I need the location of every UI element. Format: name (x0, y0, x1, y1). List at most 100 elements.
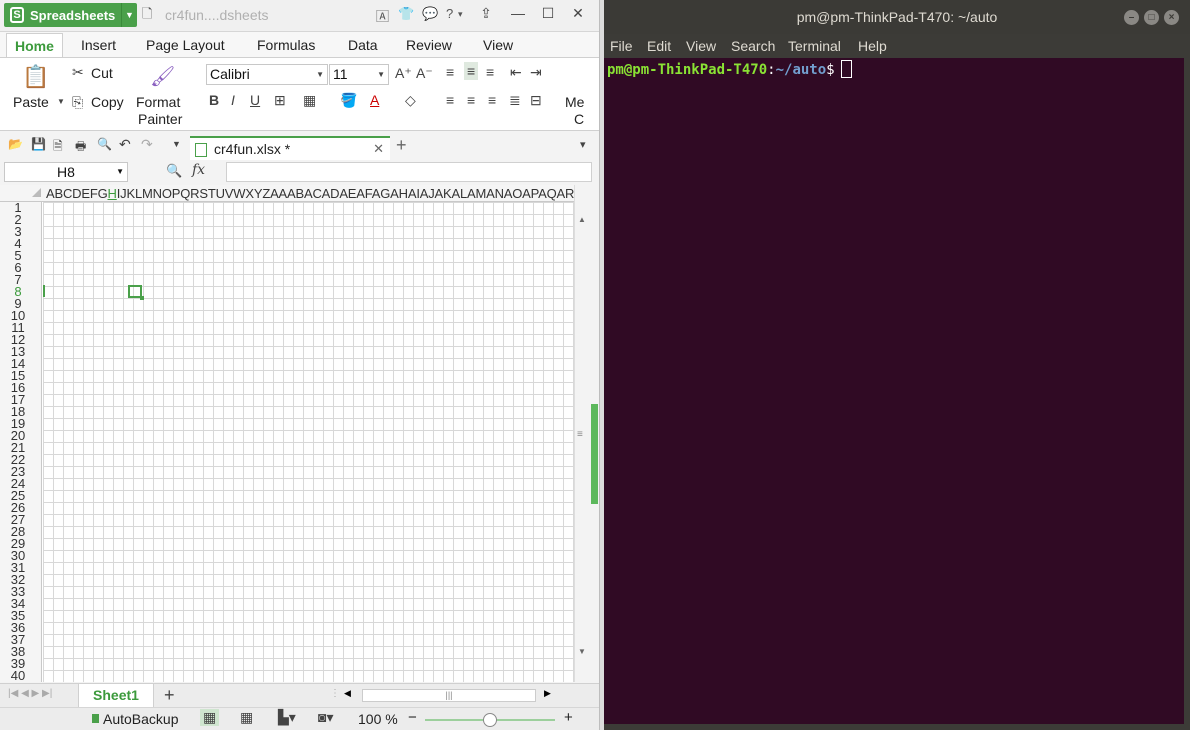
close-icon[interactable]: ✕ (568, 5, 588, 22)
column-header[interactable]: AI (408, 186, 420, 201)
minimize-icon[interactable]: — (508, 5, 528, 21)
format-painter-label-2[interactable]: Painter (138, 111, 182, 127)
column-header[interactable]: Q (180, 186, 190, 201)
indent-increase-icon[interactable]: ⇥ (530, 64, 542, 81)
layout-view-icon[interactable]: ▙▾ (278, 709, 296, 726)
column-header[interactable]: H (108, 186, 117, 201)
export-pdf-icon[interactable]: 🗎 (53, 137, 63, 158)
normal-view-icon[interactable]: ▦ (200, 709, 220, 726)
more-tabs-icon[interactable]: ⋮ (330, 688, 340, 699)
font-size-select[interactable]: 11 ▼ (329, 64, 389, 85)
first-sheet-icon[interactable]: |◀ ◀ ▶ ▶| (8, 688, 52, 699)
column-header[interactable]: AK (435, 186, 452, 201)
tab-review[interactable]: Review (406, 37, 452, 53)
column-header[interactable]: X (245, 186, 254, 201)
column-header[interactable]: G (98, 186, 108, 201)
scroll-right-icon[interactable]: ▶ (544, 688, 551, 699)
maximize-icon[interactable]: □ (1144, 10, 1159, 25)
column-header-labels[interactable]: ABCDEFGHIJKLMNOPQRSTUVWXYZAAABACADAEAFAG… (46, 186, 574, 201)
column-header[interactable]: T (208, 186, 216, 201)
column-header[interactable]: V (225, 186, 234, 201)
tab-data[interactable]: Data (348, 37, 378, 53)
menu-search[interactable]: Search (731, 38, 775, 54)
format-painter-label-1[interactable]: Format (136, 94, 180, 110)
column-header[interactable]: AG (372, 186, 391, 201)
font-icon[interactable]: 🄰 (376, 6, 389, 25)
bold-icon[interactable]: B (209, 92, 219, 108)
paste-dropdown-icon[interactable]: ▼ (57, 97, 65, 106)
print-preview-icon[interactable]: 🔍 (97, 137, 112, 151)
column-header[interactable]: F (90, 186, 98, 201)
fill-color-icon[interactable]: 🪣 (340, 92, 357, 109)
terminal-scrollbar[interactable] (1184, 58, 1190, 724)
column-header[interactable]: C (63, 186, 72, 201)
underline-icon[interactable]: U (250, 92, 260, 108)
column-header[interactable]: L (135, 186, 142, 201)
align-left-icon[interactable]: ≡ (446, 92, 454, 108)
zoom-slider-handle[interactable] (483, 713, 497, 727)
scroll-thumb[interactable]: ≡ (577, 429, 583, 440)
horizontal-scrollbar[interactable]: ◀ ||| ▶ (340, 688, 560, 703)
column-header[interactable]: AA (270, 186, 287, 201)
column-header[interactable]: AH (390, 186, 408, 201)
menu-view[interactable]: View (686, 38, 716, 54)
column-header[interactable]: AJ (420, 186, 435, 201)
column-header[interactable]: AB (287, 186, 304, 201)
column-header[interactable]: W (233, 186, 245, 201)
justify-icon[interactable]: ≣ (509, 92, 521, 109)
format-painter-icon[interactable]: 🖌 (150, 64, 175, 89)
column-header[interactable]: R (190, 186, 199, 201)
align-bottom-icon[interactable]: ≡ (486, 64, 494, 80)
redo-icon[interactable]: ↷ (141, 136, 153, 153)
close-tab-icon[interactable]: ✕ (373, 141, 384, 157)
column-header[interactable]: N (153, 186, 162, 201)
active-cell-h8[interactable] (128, 285, 144, 300)
open-icon[interactable]: 📂 (8, 137, 23, 151)
distributed-icon[interactable]: ⊟ (530, 92, 542, 109)
align-center-icon[interactable]: ≡ (467, 92, 475, 108)
decrease-font-icon[interactable]: A⁻ (416, 65, 433, 82)
scroll-down-icon[interactable]: ▼ (578, 647, 586, 656)
column-header[interactable]: S (199, 186, 208, 201)
tab-page-layout[interactable]: Page Layout (146, 37, 225, 53)
worksheet-grid[interactable]: ABCDEFGHIJKLMNOPQRSTUVWXYZAAABACADAEAFAG… (0, 185, 574, 682)
zoom-out-icon[interactable]: − (408, 709, 417, 726)
column-header[interactable]: AR (557, 186, 574, 201)
column-header[interactable]: AN (486, 186, 504, 201)
app-menu-button[interactable]: S Spreadsheets ▼ (4, 3, 137, 27)
zoom-in-icon[interactable]: + (564, 709, 573, 726)
paste-button[interactable]: Paste (13, 94, 49, 110)
column-header[interactable]: AC (304, 186, 322, 201)
cells[interactable] (43, 202, 574, 682)
chat-icon[interactable]: 💬 (422, 6, 438, 22)
help-dropdown-icon[interactable]: ▾ (458, 9, 463, 20)
font-name-select[interactable]: Calibri ▼ (206, 64, 328, 85)
reading-mode-icon[interactable]: ◙▾ (318, 709, 333, 726)
merge-label-2[interactable]: C (574, 111, 584, 127)
column-header[interactable]: AP (522, 186, 538, 201)
terminal-output[interactable]: pm@pm-ThinkPad-T470:~/auto$ (604, 58, 1184, 724)
clear-format-icon[interactable]: ◇ (405, 92, 416, 109)
cell-style-icon[interactable]: ▦ (303, 92, 316, 109)
zoom-level[interactable]: 100 % (358, 711, 398, 727)
column-header[interactable]: P (172, 186, 181, 201)
name-box[interactable]: H8 ▼ (4, 162, 128, 182)
align-middle-icon[interactable]: ≡ (464, 62, 479, 80)
undo-icon[interactable]: ↶ (119, 136, 131, 153)
function-icon[interactable]: fx (192, 162, 205, 178)
copy-icon[interactable]: ⎘ (72, 94, 83, 111)
vertical-scrollbar[interactable]: ▲ ≡ ▼ (574, 185, 589, 682)
autobackup-label[interactable]: AutoBackup (103, 711, 179, 727)
tab-home[interactable]: Home (6, 33, 63, 58)
align-right-icon[interactable]: ≡ (488, 92, 496, 108)
column-header[interactable]: AL (451, 186, 467, 201)
add-sheet-icon[interactable]: + (164, 685, 175, 706)
paste-icon[interactable]: 📋 (22, 64, 49, 90)
column-header[interactable]: AO (504, 186, 523, 201)
column-header[interactable]: U (216, 186, 225, 201)
font-color-icon[interactable]: A (370, 92, 379, 108)
copy-button[interactable]: Copy (91, 94, 124, 110)
menu-file[interactable]: File (610, 38, 633, 54)
increase-font-icon[interactable]: A⁺ (395, 65, 412, 82)
print-icon[interactable]: 🖶 (75, 137, 86, 158)
